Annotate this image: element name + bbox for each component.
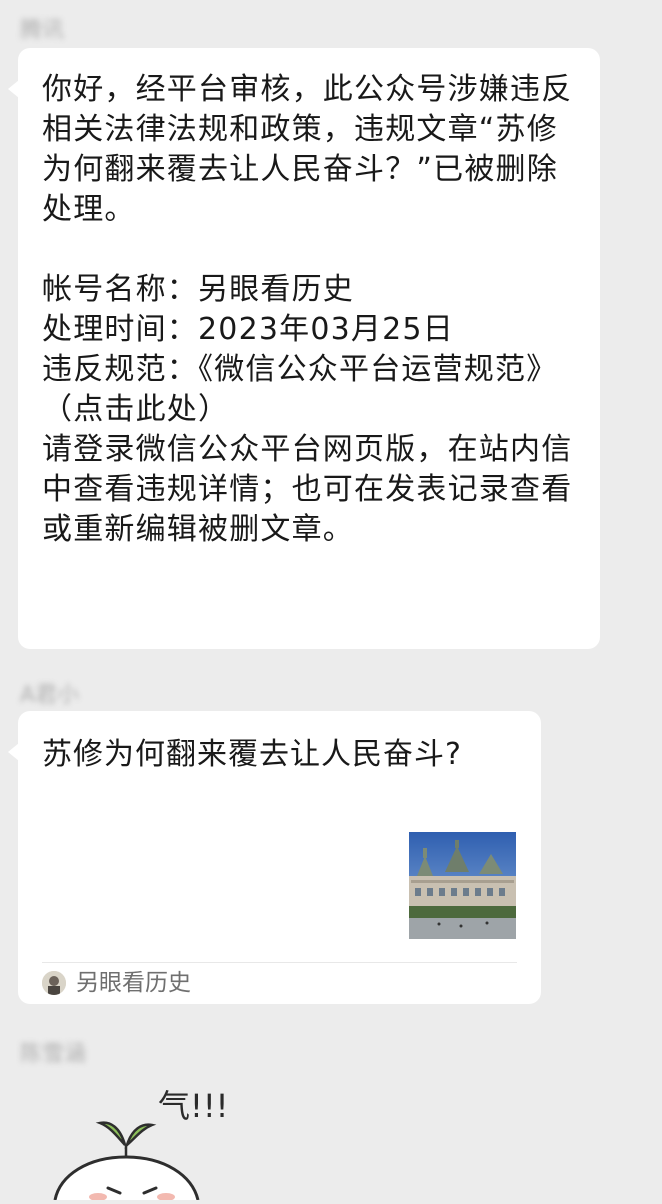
source-account-name: 另眼看历史 bbox=[76, 970, 191, 996]
article-thumbnail bbox=[409, 832, 516, 939]
violation-notice-text: 你好，经平台审核，此公众号涉嫌违反相关法律法规和政策，违规文章“苏修为何翻来覆去… bbox=[42, 70, 587, 550]
notice-paragraph: 你好，经平台审核，此公众号涉嫌违反相关法律法规和政策，违规文章“苏修为何翻来覆去… bbox=[42, 72, 573, 227]
violation-notice-bubble[interactable]: 你好，经平台审核，此公众号涉嫌违反相关法律法规和政策，违规文章“苏修为何翻来覆去… bbox=[8, 48, 600, 649]
account-name-line: 帐号名称：另眼看历史 bbox=[42, 272, 354, 307]
angry-sprout-sticker[interactable]: 气!!! bbox=[40, 1065, 300, 1201]
sender-name-3: 陈雪涵 bbox=[20, 1042, 87, 1067]
notice-blank-line bbox=[42, 230, 587, 270]
article-divider bbox=[42, 962, 517, 963]
instructions-line: 请登录微信公众平台网页版，在站内信中查看违规详情；也可在发表记录查看或重新编辑被… bbox=[42, 432, 573, 547]
source-avatar bbox=[42, 971, 66, 995]
process-time-line: 处理时间：2023年03月25日 bbox=[42, 312, 454, 347]
sender-name-2: A君小 bbox=[20, 683, 80, 708]
sender-name-1: 腾讯 bbox=[20, 18, 65, 43]
shared-article-card[interactable]: 苏修为何翻来覆去让人民奋斗? 另眼看历史 bbox=[8, 711, 541, 1004]
article-title: 苏修为何翻来覆去让人民奋斗? bbox=[42, 737, 462, 772]
sticker-caption: 气!!! bbox=[158, 1087, 229, 1125]
violated-rule-line[interactable]: 违反规范：《微信公众平台运营规范》（点击此处） bbox=[42, 350, 587, 430]
